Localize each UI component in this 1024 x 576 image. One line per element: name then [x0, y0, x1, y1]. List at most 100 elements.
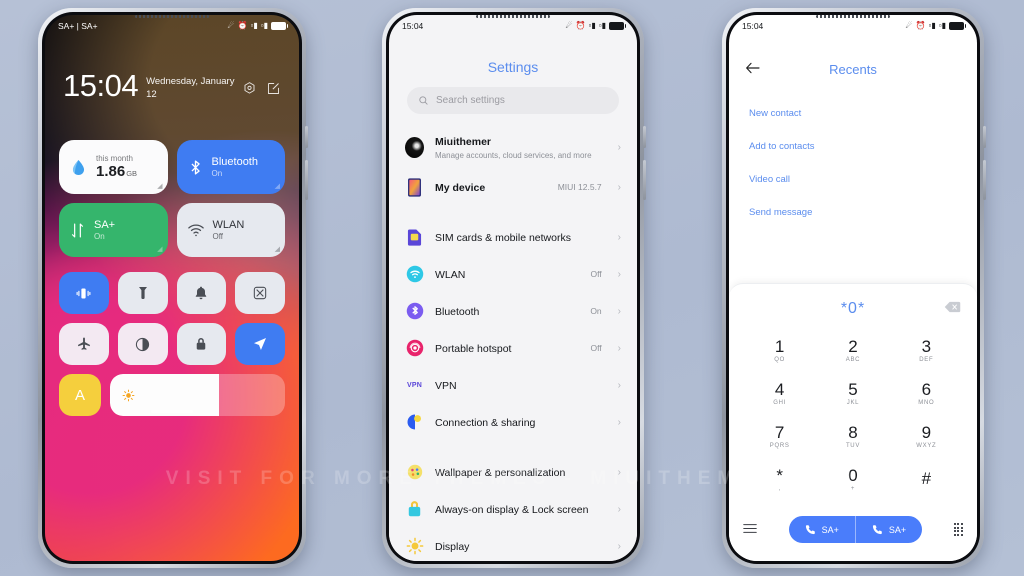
key-star[interactable]: *,	[743, 459, 816, 500]
settings-row-wlan[interactable]: WLAN Off ›	[389, 256, 637, 293]
dialer-action-list: New contact Add to contacts Video call S…	[749, 97, 961, 229]
dialer-screen: 15:04 ☄ ⏰ ▫▮ ▫▮ Recents New contact Add …	[729, 15, 977, 561]
alarm-icon: ⏰	[237, 21, 248, 30]
menu-icon[interactable]	[743, 523, 757, 536]
key-9[interactable]: 9 WXYZ	[890, 416, 963, 457]
search-input[interactable]: Search settings	[407, 87, 619, 114]
earpiece-speaker	[135, 15, 209, 18]
resize-handle[interactable]: ◢	[157, 182, 162, 190]
settings-row-connection-sharing[interactable]: Connection & sharing ›	[389, 404, 637, 441]
settings-row-always-on-display[interactable]: Always-on display & Lock screen ›	[389, 491, 637, 528]
chevron-right-icon: ›	[617, 142, 621, 154]
keypad-icon[interactable]	[953, 523, 963, 536]
tile-mobile-data-title: SA+	[94, 218, 116, 231]
settings-row-label: Display	[435, 541, 470, 554]
tile-screen-lock[interactable]	[176, 323, 227, 365]
group-divider	[389, 206, 637, 219]
key-letters: DEF	[919, 357, 934, 364]
key-2[interactable]: 2 ABC	[816, 330, 889, 371]
settings-list[interactable]: Miuithemer Manage accounts, cloud servic…	[389, 127, 637, 561]
tile-data-usage[interactable]: this month 1.86GB ◢	[59, 140, 168, 194]
key-5[interactable]: 5 JKL	[816, 373, 889, 414]
call-sim1-button[interactable]: SA+	[789, 516, 855, 543]
key-0[interactable]: 0 +	[816, 459, 889, 500]
key-letters: ABC	[845, 357, 861, 364]
settings-row-my-device[interactable]: My device MIUI 12.5.7 ›	[389, 169, 637, 206]
action-video-call[interactable]: Video call	[749, 163, 961, 196]
phone-icon	[805, 525, 815, 535]
dialer-bottom-bar: SA+ SA+	[729, 516, 977, 543]
brightness-slider[interactable]	[110, 374, 285, 416]
key-4[interactable]: 4 GHI	[743, 373, 816, 414]
tile-bluetooth[interactable]: Bluetooth On ◢	[176, 140, 285, 194]
tile-vibrate[interactable]	[59, 272, 109, 314]
auto-brightness-button[interactable]: A	[59, 374, 101, 416]
phone-icon	[872, 525, 882, 535]
settings-row-wallpaper[interactable]: Wallpaper & personalization ›	[389, 454, 637, 491]
settings-row-value: MIUI 12.5.7	[557, 182, 602, 193]
settings-row-portable-hotspot[interactable]: Portable hotspot Off ›	[389, 330, 637, 367]
settings-row-sim-cards[interactable]: SIM cards & mobile networks ›	[389, 219, 637, 256]
screenshot-stage: SA+ | SA+ ☄ ⏰ ▫▮ ▫▮ 15:04 Wednesday, Jan…	[0, 0, 1024, 576]
palette-icon	[405, 463, 424, 482]
resize-handle[interactable]: ◢	[275, 245, 280, 253]
resize-handle[interactable]: ◢	[275, 182, 280, 190]
tile-location[interactable]	[235, 323, 285, 365]
key-1[interactable]: 1 QO	[743, 330, 816, 371]
settings-group-account: Miuithemer Manage accounts, cloud servic…	[389, 127, 637, 206]
key-7[interactable]: 7 PQRS	[743, 416, 816, 457]
tile-airplane-mode[interactable]	[59, 323, 109, 365]
earpiece-speaker	[476, 15, 550, 18]
settings-screen: 15:04 ☄ ⏰ ▫▮ ▫▮ Settings Search settings	[389, 15, 637, 561]
settings-row-bluetooth[interactable]: Bluetooth On ›	[389, 293, 637, 330]
clock-time: 15:04	[63, 68, 139, 103]
settings-row-account[interactable]: Miuithemer Manage accounts, cloud servic…	[389, 127, 637, 169]
tile-silent[interactable]	[176, 272, 227, 314]
tile-wlan[interactable]: WLAN Off ◢	[176, 203, 285, 257]
tile-screenshot[interactable]	[235, 272, 285, 314]
clock-date: Wednesday, January 12	[146, 76, 235, 100]
backspace-icon[interactable]	[944, 300, 961, 318]
settings-gear-icon[interactable]	[242, 81, 257, 96]
home-indicator[interactable]	[151, 409, 193, 413]
tile-dark-mode[interactable]	[117, 323, 168, 365]
key-8[interactable]: 8 TUV	[816, 416, 889, 457]
action-new-contact[interactable]: New contact	[749, 97, 961, 130]
battery-icon	[271, 22, 288, 30]
edit-icon[interactable]	[266, 81, 281, 96]
status-time: 15:04	[742, 21, 764, 31]
key-3[interactable]: 3 DEF	[890, 330, 963, 371]
call-buttons-group: SA+ SA+	[788, 516, 923, 543]
chevron-right-icon: ›	[617, 540, 621, 552]
status-bar: 15:04 ☄ ⏰ ▫▮ ▫▮	[729, 15, 977, 37]
call-sim1-label: SA+	[821, 524, 839, 535]
resize-handle[interactable]: ◢	[157, 245, 162, 253]
brightness-icon	[405, 537, 424, 556]
chevron-right-icon: ›	[617, 268, 621, 280]
bluetooth-icon	[187, 159, 204, 176]
number-display[interactable]: *0*	[729, 292, 977, 326]
flashlight-icon	[138, 287, 147, 299]
settings-row-label: My device	[435, 182, 486, 195]
key-6[interactable]: 6 MNO	[890, 373, 963, 414]
chevron-right-icon: ›	[617, 305, 621, 317]
settings-row-vpn[interactable]: VPN VPN ›	[389, 367, 637, 404]
key-letters: JKL	[846, 400, 860, 407]
settings-row-value: On	[590, 306, 602, 317]
settings-row-display[interactable]: Display ›	[389, 528, 637, 561]
call-sim2-button[interactable]: SA+	[854, 516, 922, 543]
key-letters: WXYZ	[916, 443, 937, 450]
key-digit: 1	[774, 336, 785, 356]
data-usage-value: 1.86	[96, 162, 126, 180]
key-hash[interactable]: #	[890, 459, 963, 500]
keypad-grid: 1 QO 2 ABC 3 DEF 4 GHI 5 JKL 6 MNO 7 PQRS 8 TUV …	[729, 326, 977, 500]
action-add-to-contacts[interactable]: Add to contacts	[749, 130, 961, 163]
earpiece-speaker	[816, 15, 890, 18]
carrier-label: SA+ | SA+	[58, 21, 98, 31]
action-send-message[interactable]: Send message	[749, 196, 961, 229]
data-usage-unit: GB	[126, 168, 138, 178]
tile-mobile-data[interactable]: SA+ On ◢	[59, 203, 168, 257]
connection-icon	[405, 413, 424, 432]
sun-icon	[122, 389, 135, 401]
tile-flashlight[interactable]	[117, 272, 168, 314]
